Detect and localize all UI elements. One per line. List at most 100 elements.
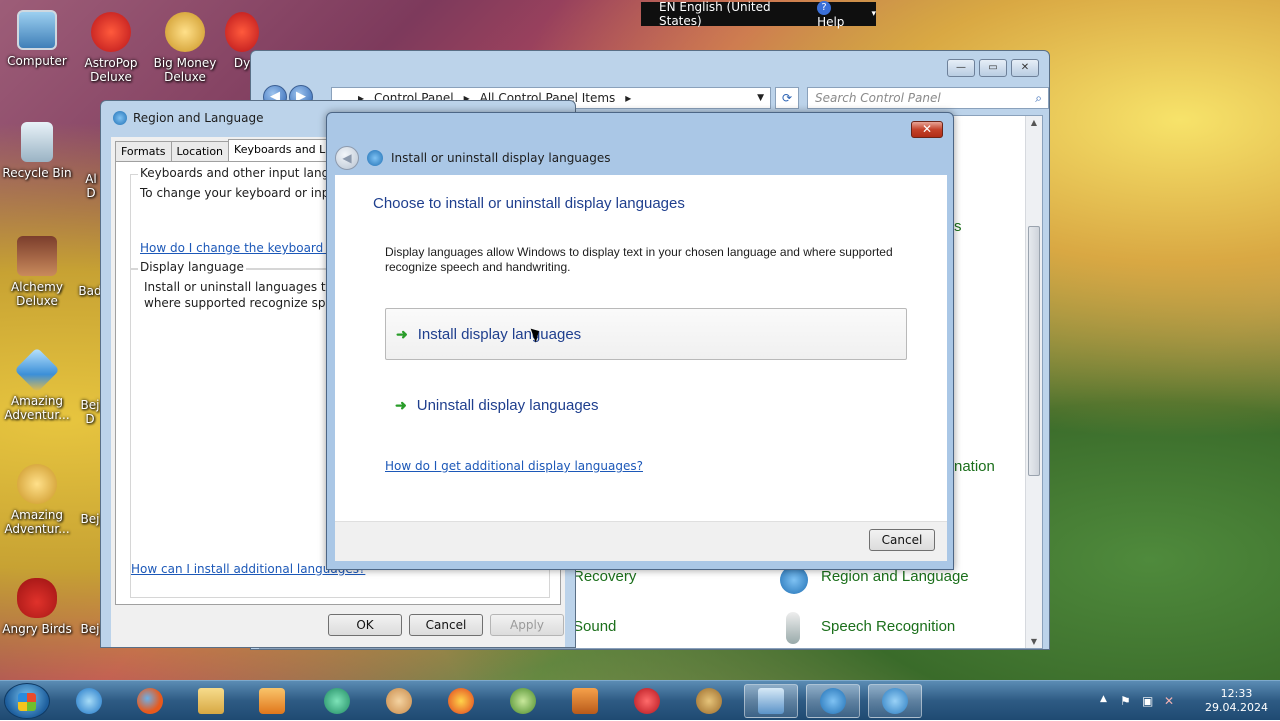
game-icon <box>225 12 259 52</box>
firefox-icon <box>137 688 163 714</box>
compass-icon <box>17 464 57 504</box>
taskbar-install-languages[interactable] <box>868 684 922 718</box>
taskbar-region-language[interactable] <box>806 684 860 718</box>
internet-explorer-icon <box>76 688 102 714</box>
green-arrow-icon: ➜ <box>396 325 408 342</box>
desktop-icon-recycle-bin[interactable]: Recycle Bin <box>0 122 74 180</box>
desktop-icon-bej-3[interactable]: Bej <box>78 578 102 636</box>
tab-location[interactable]: Location <box>170 141 230 161</box>
close-button[interactable]: ✕ <box>1011 59 1039 77</box>
cp-item-region-language[interactable]: Region and Language <box>821 568 969 585</box>
keyboard-help-link[interactable]: How do I change the keyboard layo <box>140 241 352 255</box>
taskbar-explorer[interactable] <box>186 684 236 718</box>
desktop-icon-computer[interactable]: Computer <box>0 10 74 68</box>
desktop-icon-astropop[interactable]: AstroPop Deluxe <box>74 12 148 84</box>
region-language-icon <box>780 566 808 594</box>
desktop-icon-amazing-2[interactable]: Amazing Adventur... <box>0 464 74 536</box>
tab-strip: Formats Location Keyboards and Langu <box>115 139 359 161</box>
uninstall-command-label: Uninstall display languages <box>416 396 599 414</box>
desktop-icon-bej-1[interactable]: Bej D <box>78 350 102 426</box>
minimize-button[interactable]: — <box>947 59 975 77</box>
taskbar-game-6[interactable] <box>622 684 672 718</box>
taskbar-control-panel[interactable] <box>744 684 798 718</box>
tab-formats[interactable]: Formats <box>115 141 172 161</box>
desktop-icon-label: Bad <box>78 284 102 298</box>
globe-icon <box>113 111 127 125</box>
start-button[interactable] <box>4 683 50 719</box>
fish-game-icon <box>324 688 350 714</box>
network-icon[interactable]: ▣ <box>1142 694 1153 708</box>
cp-item-partial-nation[interactable]: nation <box>954 458 995 475</box>
desktop-icon-al[interactable]: Al D <box>80 122 102 200</box>
globe-icon <box>367 150 383 166</box>
computer-icon <box>17 10 57 50</box>
desktop-icon-alchemy[interactable]: Alchemy Deluxe <box>0 236 74 308</box>
taskbar-game-5[interactable] <box>560 684 610 718</box>
desktop-icon-label: Recycle Bin <box>2 166 72 180</box>
taskbar-media[interactable] <box>247 684 297 718</box>
dialog-header: ◀ Install or uninstall display languages <box>335 143 947 173</box>
green-arrow-icon: ➜ <box>395 396 407 413</box>
globe-icon <box>820 688 846 714</box>
language-bar-help[interactable]: ?Help <box>817 0 857 29</box>
taskbar: ▲ ⚑ ▣ ✕ 12:33 29.04.2024 <box>0 680 1280 720</box>
install-display-languages-dialog: ✕ ◀ Install or uninstall display languag… <box>326 112 954 570</box>
desktop-icon-angry-birds[interactable]: Angry Birds <box>0 578 74 636</box>
show-hidden-icons[interactable]: ▲ <box>1100 694 1107 704</box>
taskbar-game-7[interactable] <box>684 684 734 718</box>
dialog-title: Install or uninstall display languages <box>391 151 611 165</box>
close-button[interactable]: ✕ <box>911 121 943 138</box>
taskbar-firefox[interactable] <box>125 684 175 718</box>
cp-item-partial-s[interactable]: s <box>954 218 962 235</box>
main-instruction: Choose to install or uninstall display l… <box>373 195 685 212</box>
description: Display languages allow Windows to displ… <box>385 245 893 274</box>
control-panel-icon <box>758 688 784 714</box>
refresh-button[interactable]: ⟳ <box>775 87 799 109</box>
cancel-button[interactable]: Cancel <box>409 614 483 636</box>
desktop-icon-label: Angry Birds <box>2 622 72 636</box>
apply-button[interactable]: Apply <box>490 614 564 636</box>
plant-game-icon <box>510 688 536 714</box>
taskbar-game-4[interactable] <box>498 684 548 718</box>
language-bar[interactable]: EN English (United States) ?Help ▾ <box>641 0 876 29</box>
scroll-up-icon[interactable]: ▲ <box>1026 118 1042 127</box>
install-display-languages-button[interactable]: ➜ Install display languages <box>385 308 907 360</box>
help-label: Help <box>817 15 845 29</box>
search-input[interactable]: Search Control Panel ⌕ <box>807 87 1049 109</box>
language-bar-options-icon[interactable]: ▾ <box>871 9 876 19</box>
clock[interactable]: 12:33 29.04.2024 <box>1205 687 1268 715</box>
address-dropdown-icon[interactable]: ▼ <box>757 93 764 103</box>
scrollbar[interactable]: ▲ ▼ <box>1025 116 1042 648</box>
taskbar-game-3[interactable] <box>436 684 486 718</box>
desktop-icon-bej-2[interactable]: Bej <box>78 464 102 526</box>
gem-icon <box>14 347 60 393</box>
taskbar-game-1[interactable] <box>312 684 362 718</box>
scrollbar-thumb[interactable] <box>1028 226 1040 476</box>
volume-muted-icon[interactable]: ✕ <box>1164 694 1174 708</box>
breadcrumb-sep-icon: ▸ <box>625 91 632 105</box>
taskbar-game-2[interactable] <box>374 684 424 718</box>
question-game-icon <box>634 688 660 714</box>
scroll-down-icon[interactable]: ▼ <box>1026 637 1042 646</box>
cp-item-recovery[interactable]: Recovery <box>573 568 636 585</box>
additional-languages-help-link[interactable]: How do I get additional display language… <box>385 459 643 473</box>
recycle-bin-icon <box>21 122 53 162</box>
back-arrow-icon[interactable]: ◀ <box>335 146 359 170</box>
character-game-icon <box>386 688 412 714</box>
alchemy-icon <box>17 236 57 276</box>
cp-item-sound[interactable]: Sound <box>573 618 616 635</box>
desktop-icon-label: Computer <box>7 54 67 68</box>
taskbar-ie[interactable] <box>64 684 114 718</box>
desktop-icon-amazing-1[interactable]: Amazing Adventur... <box>0 347 74 422</box>
desktop-icon-bad[interactable]: Bad <box>78 236 102 298</box>
block-game-icon <box>572 688 598 714</box>
cancel-button[interactable]: Cancel <box>869 529 935 551</box>
maximize-button[interactable]: ▭ <box>979 59 1007 77</box>
action-center-flag-icon[interactable]: ⚑ <box>1120 694 1131 708</box>
desktop-icon-big-money[interactable]: Big Money Deluxe <box>148 12 222 84</box>
uninstall-display-languages-button[interactable]: ➜ Uninstall display languages <box>385 379 907 431</box>
ok-button[interactable]: OK <box>328 614 402 636</box>
cp-item-speech-recognition[interactable]: Speech Recognition <box>821 618 955 635</box>
dialog-footer: Cancel <box>335 521 947 561</box>
language-selector[interactable]: EN English (United States) <box>659 0 803 28</box>
